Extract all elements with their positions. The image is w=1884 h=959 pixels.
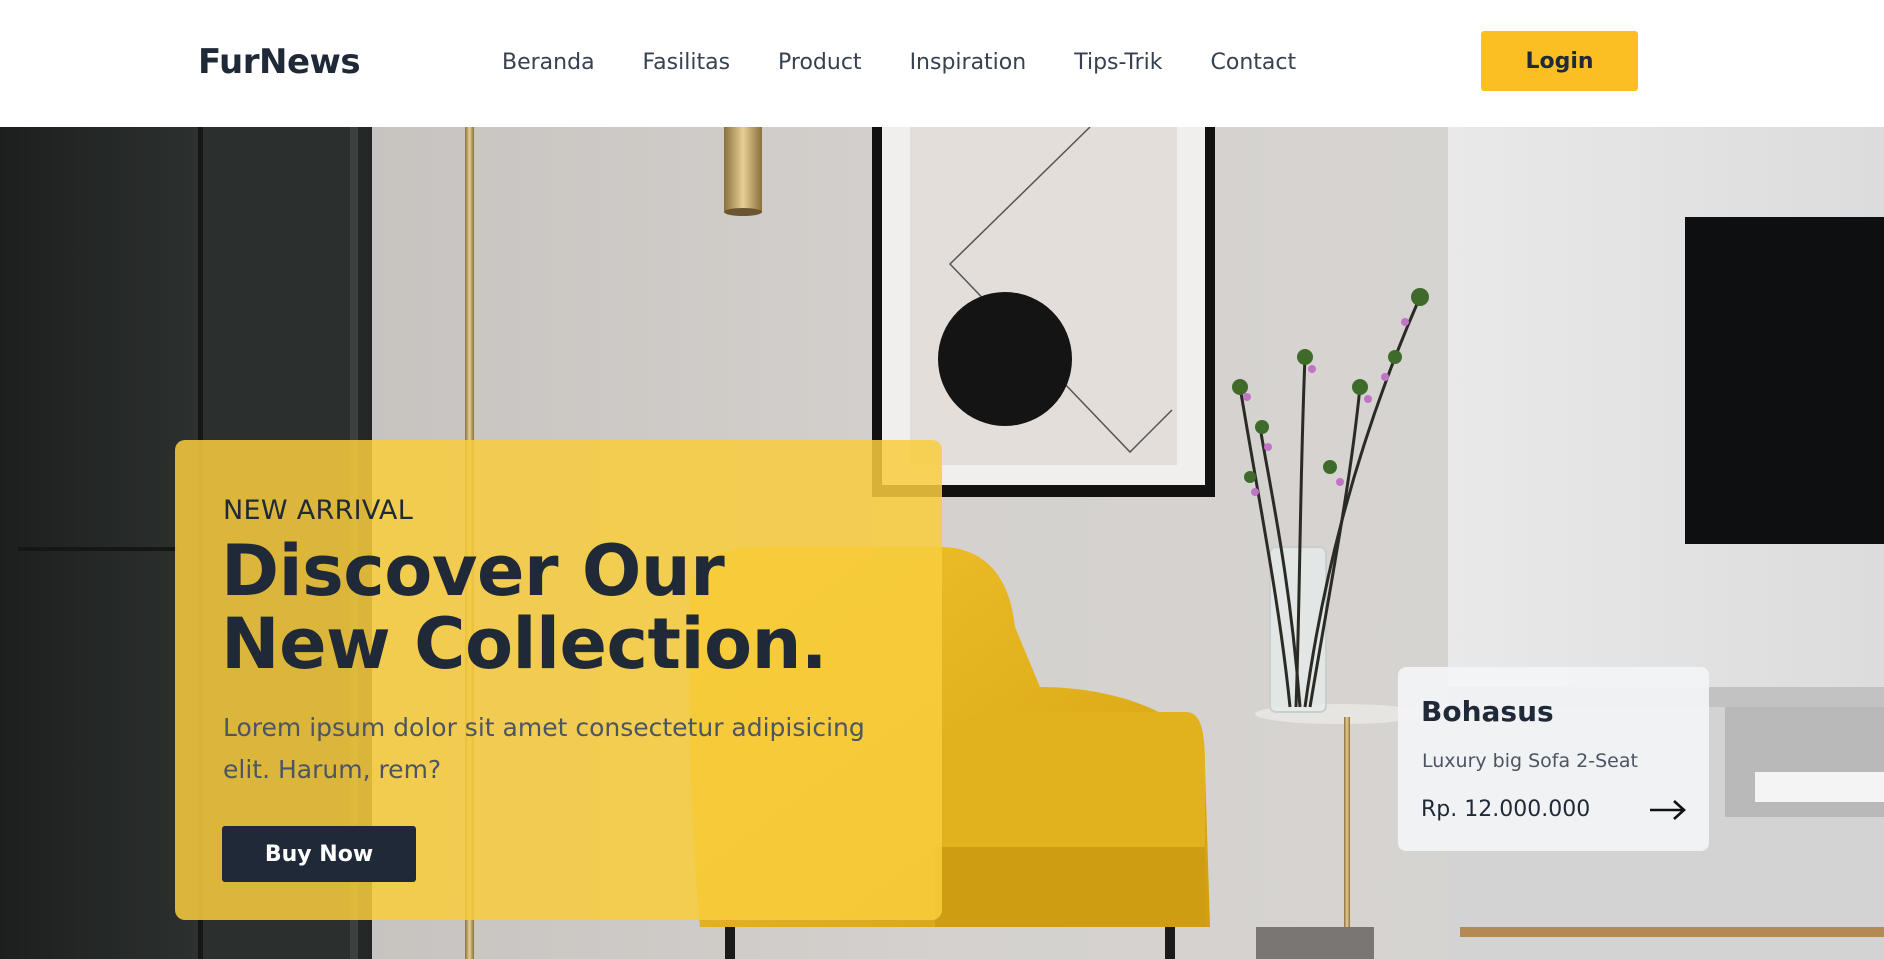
- hero-title: Discover Our New Collection.: [221, 530, 828, 685]
- product-description: Luxury big Sofa 2-Seat: [1422, 750, 1638, 772]
- nav-link-inspiration[interactable]: Inspiration: [910, 48, 1027, 78]
- site-logo[interactable]: FurNews: [198, 42, 361, 82]
- site-header: FurNews Beranda Fasilitas Product Inspir…: [0, 0, 1884, 127]
- product-name: Bohasus: [1421, 695, 1554, 728]
- login-button[interactable]: Login: [1481, 31, 1638, 91]
- product-price: Rp. 12.000.000: [1421, 797, 1591, 822]
- hero-promo-card: NEW ARRIVAL Discover Our New Collection.…: [175, 440, 942, 920]
- hero-eyebrow: NEW ARRIVAL: [223, 495, 414, 526]
- nav-link-product[interactable]: Product: [778, 48, 862, 78]
- nav-link-contact[interactable]: Contact: [1211, 48, 1297, 78]
- hero-description: Lorem ipsum dolor sit amet consectetur a…: [223, 713, 865, 784]
- product-card[interactable]: Bohasus Luxury big Sofa 2-Seat Rp. 12.00…: [1398, 667, 1709, 851]
- nav-link-tips-trik[interactable]: Tips-Trik: [1074, 48, 1162, 78]
- arrow-right-icon[interactable]: [1648, 797, 1688, 823]
- nav-link-beranda[interactable]: Beranda: [502, 48, 595, 78]
- buy-now-button[interactable]: Buy Now: [222, 826, 416, 882]
- nav-link-fasilitas[interactable]: Fasilitas: [643, 48, 730, 78]
- main-nav: Beranda Fasilitas Product Inspiration Ti…: [502, 48, 1296, 78]
